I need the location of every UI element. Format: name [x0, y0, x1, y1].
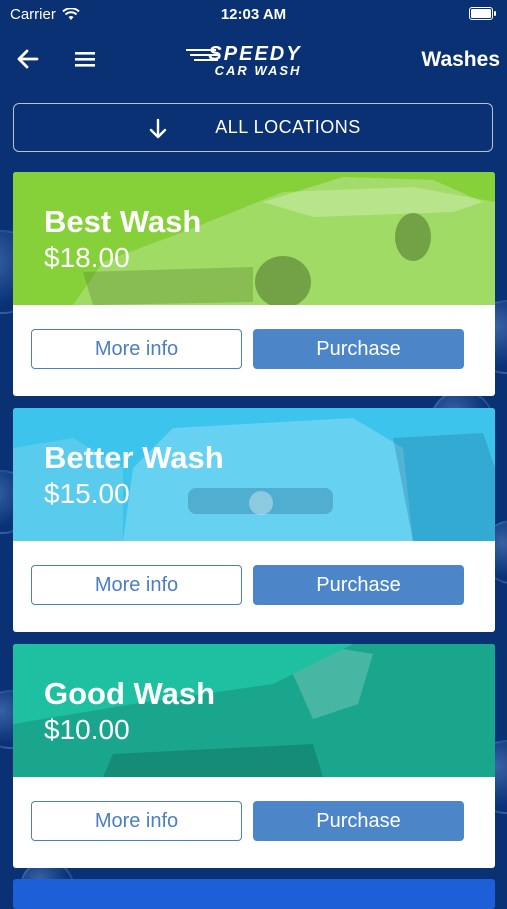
page-title: Washes	[421, 48, 500, 71]
arrow-down-icon	[149, 118, 167, 139]
speedy-car-wash-logo: SPEEDY CAR WASH	[186, 44, 320, 80]
wash-hero: Good Wash $10.00	[13, 644, 495, 777]
wash-card-good: Good Wash $10.00 More info Purchase	[13, 644, 495, 868]
more-info-button[interactable]: More info	[31, 565, 242, 605]
wash-name: Better Wash	[44, 440, 224, 475]
wash-hero: Best Wash $18.00	[13, 172, 495, 305]
location-selector[interactable]: ALL LOCATIONS	[13, 103, 493, 152]
status-bar: Carrier 12:03 AM	[0, 0, 507, 30]
wash-hero: Better Wash $15.00	[13, 408, 495, 541]
wash-card-best: Best Wash $18.00 More info Purchase	[13, 172, 495, 396]
navigation-bar: SPEEDY CAR WASH Washes	[0, 36, 507, 82]
menu-button[interactable]	[70, 44, 100, 74]
location-selector-label: ALL LOCATIONS	[215, 117, 361, 137]
battery-icon	[469, 7, 496, 20]
purchase-button[interactable]: Purchase	[253, 565, 464, 605]
more-info-button[interactable]: More info	[31, 801, 242, 841]
wash-actions: More info Purchase	[13, 777, 495, 868]
more-info-button[interactable]: More info	[31, 329, 242, 369]
wash-card-better: Better Wash $15.00 More info Purchase	[13, 408, 495, 632]
wash-price: $15.00	[44, 478, 130, 509]
wash-price: $10.00	[44, 714, 130, 745]
wash-actions: More info Purchase	[13, 305, 495, 396]
purchase-button[interactable]: Purchase	[253, 801, 464, 841]
speed-lines-icon	[186, 49, 218, 61]
logo-text-bottom: CAR WASH	[214, 63, 302, 78]
wash-name: Good Wash	[44, 676, 216, 711]
wash-price: $18.00	[44, 242, 130, 273]
arrow-left-icon	[17, 49, 39, 69]
wash-name: Best Wash	[44, 204, 202, 239]
purchase-button[interactable]: Purchase	[253, 329, 464, 369]
back-button[interactable]	[13, 44, 43, 74]
wash-card-partial	[13, 879, 495, 909]
wash-actions: More info Purchase	[13, 541, 495, 632]
hamburger-icon	[75, 52, 95, 67]
status-time: 12:03 AM	[220, 6, 287, 23]
